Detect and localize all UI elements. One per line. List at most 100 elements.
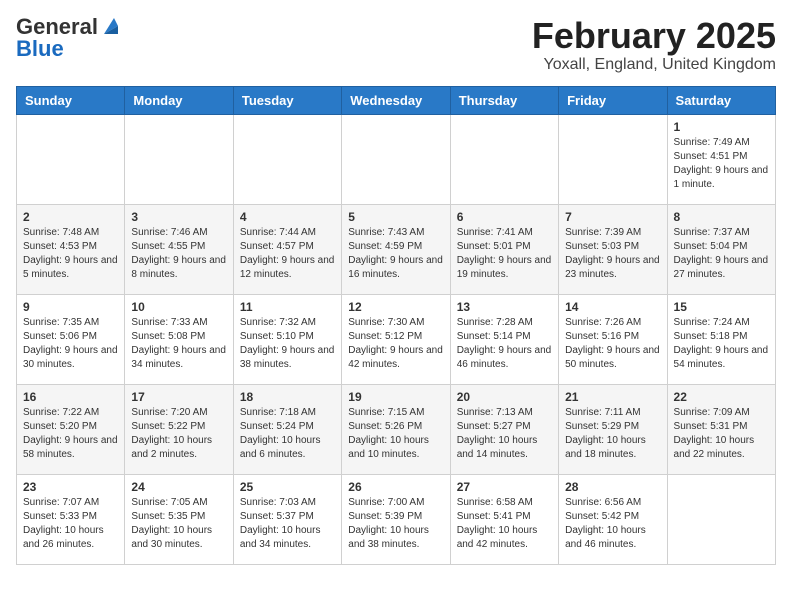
day-info: Sunrise: 7:00 AM Sunset: 5:39 PM Dayligh… xyxy=(348,496,443,552)
calendar-cell: 21Sunrise: 7:11 AM Sunset: 5:29 PM Dayli… xyxy=(559,384,667,474)
day-info: Sunrise: 7:03 AM Sunset: 5:37 PM Dayligh… xyxy=(240,496,335,552)
calendar-day-header: Sunday xyxy=(17,86,125,114)
calendar-cell: 11 Sunrise: 7:32 AM Sunset: 5:10 PM Dayli… xyxy=(233,294,341,384)
day-info: Sunrise: 7:30 AM Sunset: 5:12 PM Dayligh… xyxy=(348,316,443,372)
calendar-cell xyxy=(233,114,341,204)
calendar-day-header: Thursday xyxy=(450,86,558,114)
calendar-cell xyxy=(342,114,450,204)
calendar-cell xyxy=(667,474,775,564)
day-number: 27 xyxy=(457,480,552,494)
day-info: Sunrise: 7:37 AM Sunset: 5:04 PM Dayligh… xyxy=(674,226,769,282)
day-info: Sunrise: 7:48 AM Sunset: 4:53 PM Dayligh… xyxy=(23,226,118,282)
calendar-week-row: 9Sunrise: 7:35 AM Sunset: 5:06 PM Daylig… xyxy=(17,294,776,384)
day-info: Sunrise: 7:28 AM Sunset: 5:14 PM Dayligh… xyxy=(457,316,552,372)
day-info: Sunrise: 7:33 AM Sunset: 5:08 PM Dayligh… xyxy=(131,316,226,372)
day-number: 5 xyxy=(348,210,443,224)
day-info: Sunrise: 7:32 AM Sunset: 5:10 PM Dayligh… xyxy=(240,316,335,372)
page-header: General Blue February 2025 Yoxall, Engla… xyxy=(16,16,776,74)
calendar-header-row: SundayMondayTuesdayWednesdayThursdayFrid… xyxy=(17,86,776,114)
day-info: Sunrise: 7:41 AM Sunset: 5:01 PM Dayligh… xyxy=(457,226,552,282)
day-number: 26 xyxy=(348,480,443,494)
day-number: 3 xyxy=(131,210,226,224)
calendar-cell: 23Sunrise: 7:07 AM Sunset: 5:33 PM Dayli… xyxy=(17,474,125,564)
calendar-week-row: 23Sunrise: 7:07 AM Sunset: 5:33 PM Dayli… xyxy=(17,474,776,564)
calendar-cell xyxy=(559,114,667,204)
day-number: 17 xyxy=(131,390,226,404)
calendar-cell xyxy=(450,114,558,204)
calendar-day-header: Tuesday xyxy=(233,86,341,114)
calendar-week-row: 16Sunrise: 7:22 AM Sunset: 5:20 PM Dayli… xyxy=(17,384,776,474)
calendar-cell: 25 Sunrise: 7:03 AM Sunset: 5:37 PM Dayli… xyxy=(233,474,341,564)
location-title: Yoxall, England, United Kingdom xyxy=(532,56,776,74)
day-number: 25 xyxy=(240,480,335,494)
day-info: Sunrise: 7:20 AM Sunset: 5:22 PM Dayligh… xyxy=(131,406,226,462)
calendar-cell: 20 Sunrise: 7:13 AM Sunset: 5:27 PM Dayli… xyxy=(450,384,558,474)
calendar-cell: 15 Sunrise: 7:24 AM Sunset: 5:18 PM Dayli… xyxy=(667,294,775,384)
title-block: February 2025 Yoxall, England, United Ki… xyxy=(532,16,776,74)
calendar-day-header: Saturday xyxy=(667,86,775,114)
day-number: 4 xyxy=(240,210,335,224)
day-number: 6 xyxy=(457,210,552,224)
calendar-cell: 7 Sunrise: 7:39 AM Sunset: 5:03 PM Daylig… xyxy=(559,204,667,294)
logo-icon xyxy=(100,16,122,38)
day-number: 21 xyxy=(565,390,660,404)
day-info: Sunrise: 7:05 AM Sunset: 5:35 PM Dayligh… xyxy=(131,496,226,552)
calendar-cell: 24 Sunrise: 7:05 AM Sunset: 5:35 PM Dayli… xyxy=(125,474,233,564)
day-info: Sunrise: 7:13 AM Sunset: 5:27 PM Dayligh… xyxy=(457,406,552,462)
calendar-cell: 16Sunrise: 7:22 AM Sunset: 5:20 PM Dayli… xyxy=(17,384,125,474)
day-number: 24 xyxy=(131,480,226,494)
calendar-day-header: Monday xyxy=(125,86,233,114)
calendar-cell: 27Sunrise: 6:58 AM Sunset: 5:41 PM Dayli… xyxy=(450,474,558,564)
day-number: 9 xyxy=(23,300,118,314)
day-number: 18 xyxy=(240,390,335,404)
calendar-table: SundayMondayTuesdayWednesdayThursdayFrid… xyxy=(16,86,776,565)
calendar-cell: 12Sunrise: 7:30 AM Sunset: 5:12 PM Dayli… xyxy=(342,294,450,384)
day-number: 10 xyxy=(131,300,226,314)
logo-blue-text: Blue xyxy=(16,38,64,60)
calendar-cell: 14Sunrise: 7:26 AM Sunset: 5:16 PM Dayli… xyxy=(559,294,667,384)
calendar-cell: 8 Sunrise: 7:37 AM Sunset: 5:04 PM Daylig… xyxy=(667,204,775,294)
day-info: Sunrise: 6:56 AM Sunset: 5:42 PM Dayligh… xyxy=(565,496,660,552)
day-info: Sunrise: 7:24 AM Sunset: 5:18 PM Dayligh… xyxy=(674,316,769,372)
day-info: Sunrise: 7:39 AM Sunset: 5:03 PM Dayligh… xyxy=(565,226,660,282)
day-info: Sunrise: 7:15 AM Sunset: 5:26 PM Dayligh… xyxy=(348,406,443,462)
day-number: 7 xyxy=(565,210,660,224)
calendar-cell: 26 Sunrise: 7:00 AM Sunset: 5:39 PM Dayli… xyxy=(342,474,450,564)
calendar-cell: 22Sunrise: 7:09 AM Sunset: 5:31 PM Dayli… xyxy=(667,384,775,474)
calendar-cell: 2 Sunrise: 7:48 AM Sunset: 4:53 PM Daylig… xyxy=(17,204,125,294)
month-title: February 2025 xyxy=(532,16,776,56)
calendar-week-row: 2 Sunrise: 7:48 AM Sunset: 4:53 PM Daylig… xyxy=(17,204,776,294)
logo-general-text: General xyxy=(16,16,98,38)
calendar-cell xyxy=(17,114,125,204)
day-number: 8 xyxy=(674,210,769,224)
calendar-cell: 17 Sunrise: 7:20 AM Sunset: 5:22 PM Dayli… xyxy=(125,384,233,474)
day-number: 13 xyxy=(457,300,552,314)
day-info: Sunrise: 7:49 AM Sunset: 4:51 PM Dayligh… xyxy=(674,136,769,192)
calendar-cell: 6 Sunrise: 7:41 AM Sunset: 5:01 PM Daylig… xyxy=(450,204,558,294)
day-info: Sunrise: 7:44 AM Sunset: 4:57 PM Dayligh… xyxy=(240,226,335,282)
calendar-cell: 10 Sunrise: 7:33 AM Sunset: 5:08 PM Dayli… xyxy=(125,294,233,384)
calendar-day-header: Wednesday xyxy=(342,86,450,114)
calendar-cell: 4 Sunrise: 7:44 AM Sunset: 4:57 PM Daylig… xyxy=(233,204,341,294)
calendar-cell: 5 Sunrise: 7:43 AM Sunset: 4:59 PM Daylig… xyxy=(342,204,450,294)
day-info: Sunrise: 7:07 AM Sunset: 5:33 PM Dayligh… xyxy=(23,496,118,552)
calendar-cell: 3 Sunrise: 7:46 AM Sunset: 4:55 PM Daylig… xyxy=(125,204,233,294)
day-number: 19 xyxy=(348,390,443,404)
day-number: 20 xyxy=(457,390,552,404)
calendar-cell: 13 Sunrise: 7:28 AM Sunset: 5:14 PM Dayli… xyxy=(450,294,558,384)
day-number: 28 xyxy=(565,480,660,494)
calendar-cell xyxy=(125,114,233,204)
day-number: 22 xyxy=(674,390,769,404)
calendar-week-row: 1 Sunrise: 7:49 AM Sunset: 4:51 PM Daylig… xyxy=(17,114,776,204)
day-info: Sunrise: 7:46 AM Sunset: 4:55 PM Dayligh… xyxy=(131,226,226,282)
day-number: 1 xyxy=(674,120,769,134)
day-info: Sunrise: 7:18 AM Sunset: 5:24 PM Dayligh… xyxy=(240,406,335,462)
day-info: Sunrise: 7:22 AM Sunset: 5:20 PM Dayligh… xyxy=(23,406,118,462)
day-number: 2 xyxy=(23,210,118,224)
calendar-cell: 19 Sunrise: 7:15 AM Sunset: 5:26 PM Dayli… xyxy=(342,384,450,474)
day-number: 11 xyxy=(240,300,335,314)
logo: General Blue xyxy=(16,16,122,60)
day-number: 15 xyxy=(674,300,769,314)
calendar-cell: 18 Sunrise: 7:18 AM Sunset: 5:24 PM Dayli… xyxy=(233,384,341,474)
day-info: Sunrise: 7:43 AM Sunset: 4:59 PM Dayligh… xyxy=(348,226,443,282)
